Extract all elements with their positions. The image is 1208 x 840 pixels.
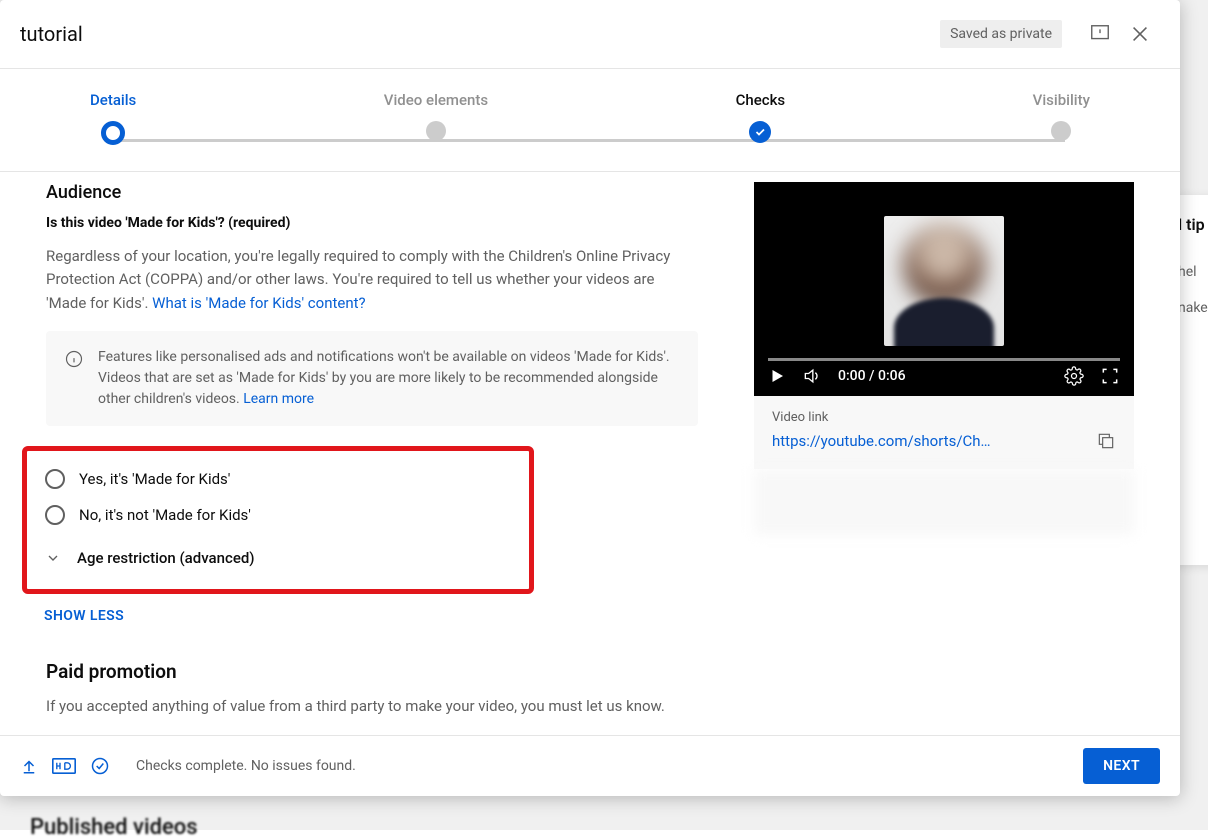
tips-body-fragment-2: nake xyxy=(1178,300,1208,316)
published-videos-heading: Published videos xyxy=(30,815,198,840)
dialog-footer: Checks complete. No issues found. NEXT xyxy=(0,735,1180,796)
step-label: Video elements xyxy=(384,91,488,109)
blurred-metadata xyxy=(754,469,1134,535)
radio-icon xyxy=(45,505,65,525)
play-icon[interactable] xyxy=(768,367,786,385)
info-box: Features like personalised ads and notif… xyxy=(46,331,698,426)
coppa-paragraph: Regardless of your location, you're lega… xyxy=(46,245,698,315)
learn-more-link[interactable]: Learn more xyxy=(243,391,314,407)
upload-icon[interactable] xyxy=(20,757,38,775)
paid-promotion-text: If you accepted anything of value from a… xyxy=(46,695,698,718)
radio-yes-made-for-kids[interactable]: Yes, it's 'Made for Kids' xyxy=(45,469,511,489)
tips-body-fragment: hel xyxy=(1178,264,1208,280)
video-link-row: https://youtube.com/shorts/Ch… xyxy=(772,431,1116,451)
made-for-kids-help-link[interactable]: What is 'Made for Kids' content? xyxy=(152,294,366,312)
info-icon xyxy=(64,349,84,369)
video-link-url[interactable]: https://youtube.com/shorts/Ch… xyxy=(772,432,1060,450)
video-player[interactable]: 0:00 / 0:06 xyxy=(754,182,1134,396)
age-restriction-label: Age restriction (advanced) xyxy=(77,549,255,567)
step-checks[interactable]: Checks xyxy=(736,91,786,143)
fullscreen-icon[interactable] xyxy=(1100,366,1120,386)
video-thumbnail xyxy=(884,216,1004,346)
player-time: 0:00 / 0:06 xyxy=(838,368,906,384)
step-visibility[interactable]: Visibility xyxy=(1033,91,1090,141)
chevron-down-icon xyxy=(45,550,61,566)
feedback-icon xyxy=(1089,23,1111,45)
show-less-button[interactable]: SHOW LESS xyxy=(44,608,698,624)
audience-heading: Audience xyxy=(46,182,698,203)
dialog-content: Audience Is this video 'Made for Kids'? … xyxy=(0,172,1180,735)
step-label: Checks xyxy=(736,91,786,109)
step-dot-done xyxy=(749,121,771,143)
preview-column: 0:00 / 0:06 Video link https://youtube.c… xyxy=(754,182,1134,735)
age-restriction-expander[interactable]: Age restriction (advanced) xyxy=(45,549,511,567)
blurred-face xyxy=(903,224,985,306)
tips-title-fragment: l tip xyxy=(1178,215,1208,234)
player-controls: 0:00 / 0:06 xyxy=(754,356,1134,396)
video-link-card: Video link https://youtube.com/shorts/Ch… xyxy=(754,396,1134,469)
highlighted-region: Yes, it's 'Made for Kids' No, it's not '… xyxy=(22,446,534,594)
next-button[interactable]: NEXT xyxy=(1083,748,1160,784)
made-for-kids-question: Is this video 'Made for Kids'? (required… xyxy=(46,215,698,231)
step-dot-inactive xyxy=(1051,121,1071,141)
copy-icon[interactable] xyxy=(1096,431,1116,451)
info-text: Features like personalised ads and notif… xyxy=(98,347,680,410)
hd-icon[interactable] xyxy=(52,757,76,775)
blurred-body xyxy=(894,298,994,346)
footer-status-icons xyxy=(20,756,110,776)
stepper-line xyxy=(115,139,1065,142)
dialog-header: tutorial Saved as private xyxy=(0,0,1180,69)
step-dot-active xyxy=(101,121,125,145)
step-dot-inactive xyxy=(426,121,446,141)
details-form: Audience Is this video 'Made for Kids'? … xyxy=(46,182,698,735)
volume-icon[interactable] xyxy=(802,366,822,386)
radio-icon xyxy=(45,469,65,489)
step-video-elements[interactable]: Video elements xyxy=(384,91,488,141)
radio-no-made-for-kids[interactable]: No, it's not 'Made for Kids' xyxy=(45,505,511,525)
settings-icon[interactable] xyxy=(1064,366,1084,386)
upload-dialog: tutorial Saved as private Details Video … xyxy=(0,0,1180,796)
checks-status-text: Checks complete. No issues found. xyxy=(136,758,1069,774)
video-title: tutorial xyxy=(20,22,940,46)
close-icon xyxy=(1129,23,1151,45)
step-label: Visibility xyxy=(1033,91,1090,109)
radio-label: Yes, it's 'Made for Kids' xyxy=(79,470,230,488)
video-link-label: Video link xyxy=(772,410,1116,425)
step-label: Details xyxy=(90,91,136,109)
radio-label: No, it's not 'Made for Kids' xyxy=(79,506,251,524)
check-circle-icon[interactable] xyxy=(90,756,110,776)
check-icon xyxy=(754,126,766,138)
feedback-button[interactable] xyxy=(1080,14,1120,54)
close-button[interactable] xyxy=(1120,14,1160,54)
stepper: Details Video elements Checks Visibility xyxy=(0,69,1180,172)
step-details[interactable]: Details xyxy=(90,91,136,145)
save-status-badge: Saved as private xyxy=(940,20,1062,48)
paid-promotion-heading: Paid promotion xyxy=(46,660,698,683)
